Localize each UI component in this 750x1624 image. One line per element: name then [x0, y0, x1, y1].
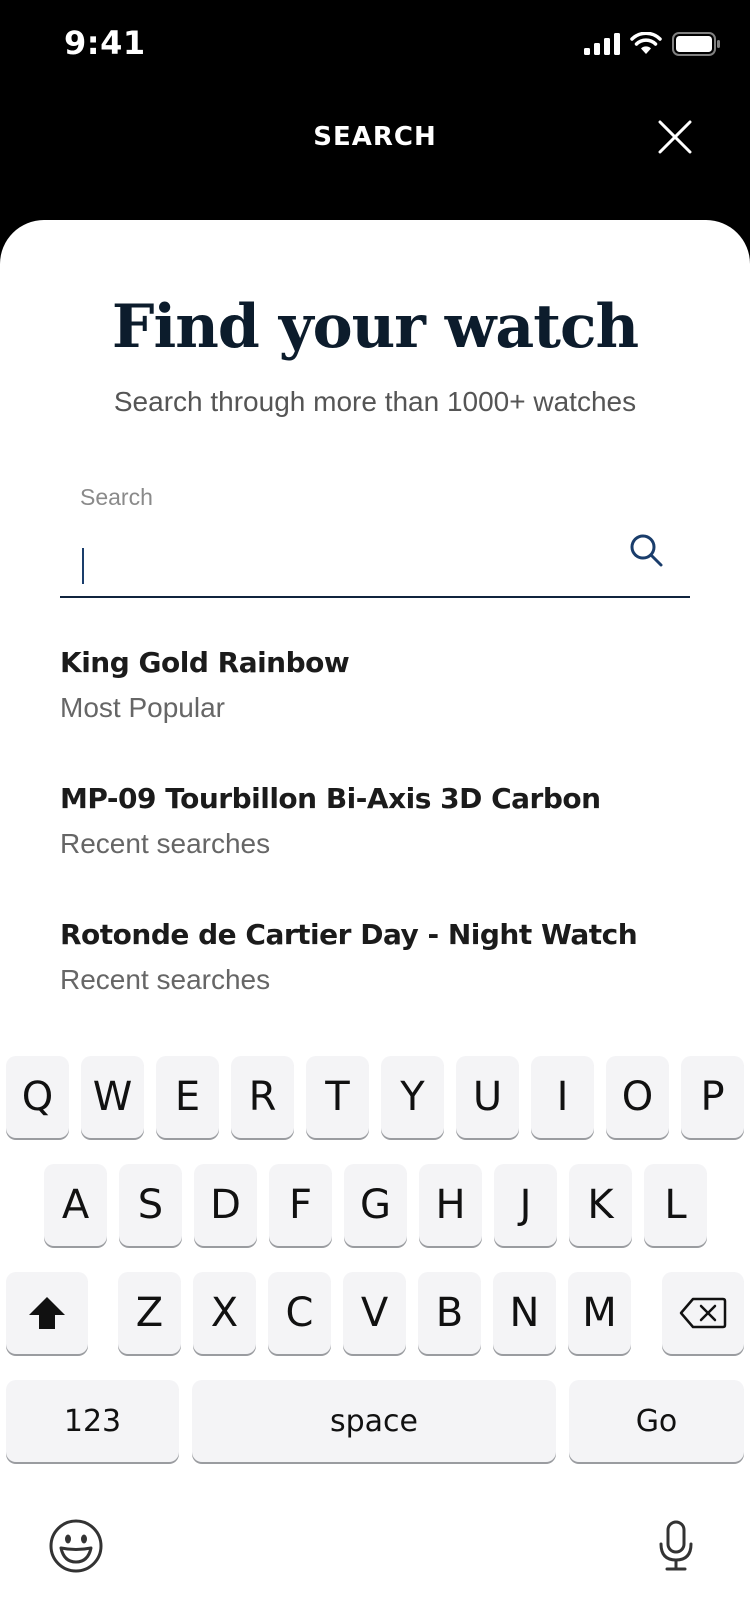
result-subtitle: Most Popular	[60, 692, 225, 723]
result-title: Rotonde de Cartier Day - Night Watch	[60, 918, 638, 951]
space-key[interactable]: space	[192, 1380, 556, 1462]
go-key[interactable]: Go	[569, 1380, 744, 1462]
emoji-button[interactable]	[48, 1518, 104, 1579]
status-time: 9:41	[64, 24, 146, 62]
close-button[interactable]	[656, 118, 694, 156]
list-item[interactable]: King Gold Rainbow Most Popular	[60, 640, 700, 776]
result-subtitle: Recent searches	[60, 964, 271, 995]
search-field[interactable]: Search	[60, 480, 690, 598]
result-subtitle: Recent searches	[60, 828, 271, 859]
search-input[interactable]	[80, 530, 600, 580]
shift-icon	[29, 1297, 65, 1329]
search-icon	[630, 534, 663, 567]
search-label: Search	[80, 484, 153, 510]
key-u[interactable]: U	[456, 1056, 519, 1138]
page-subtitle: Search through more than 1000+ watches	[113, 386, 637, 417]
key-s[interactable]: S	[119, 1164, 182, 1246]
emoji-icon	[49, 1519, 103, 1573]
result-title: King Gold Rainbow	[60, 646, 350, 679]
search-button[interactable]	[628, 532, 664, 568]
key-e[interactable]: E	[156, 1056, 219, 1138]
key-v[interactable]: V	[343, 1272, 406, 1354]
text-caret	[82, 548, 84, 584]
microphone-button[interactable]	[658, 1520, 694, 1577]
key-a[interactable]: A	[44, 1164, 107, 1246]
key-b[interactable]: B	[418, 1272, 481, 1354]
key-p[interactable]: P	[681, 1056, 744, 1138]
key-i[interactable]: I	[531, 1056, 594, 1138]
battery-icon	[672, 32, 720, 56]
key-n[interactable]: N	[493, 1272, 556, 1354]
backspace-key[interactable]	[662, 1272, 744, 1354]
shift-key[interactable]	[6, 1272, 88, 1354]
close-icon	[658, 120, 692, 154]
key-g[interactable]: G	[344, 1164, 407, 1246]
list-item[interactable]: Rotonde de Cartier Day - Night Watch Rec…	[60, 912, 700, 1048]
page-title: Find your watch	[111, 292, 639, 362]
key-j[interactable]: J	[494, 1164, 557, 1246]
key-t[interactable]: T	[306, 1056, 369, 1138]
key-f[interactable]: F	[269, 1164, 332, 1246]
key-q[interactable]: Q	[6, 1056, 69, 1138]
key-c[interactable]: C	[268, 1272, 331, 1354]
key-w[interactable]: W	[81, 1056, 144, 1138]
key-z[interactable]: Z	[118, 1272, 181, 1354]
nav-bar: SEARCH	[0, 90, 750, 220]
key-l[interactable]: L	[644, 1164, 707, 1246]
result-title: MP-09 Tourbillon Bi-Axis 3D Carbon	[60, 782, 601, 815]
key-k[interactable]: K	[569, 1164, 632, 1246]
key-r[interactable]: R	[231, 1056, 294, 1138]
status-bar: 9:41	[0, 0, 750, 90]
results-list: King Gold Rainbow Most Popular MP-09 Tou…	[60, 640, 700, 1048]
key-h[interactable]: H	[419, 1164, 482, 1246]
wifi-icon	[630, 32, 662, 54]
nav-title: SEARCH	[313, 122, 437, 152]
key-d[interactable]: D	[194, 1164, 257, 1246]
key-o[interactable]: O	[606, 1056, 669, 1138]
cellular-icon	[584, 33, 620, 55]
microphone-icon	[659, 1520, 693, 1571]
backspace-icon	[679, 1297, 727, 1329]
key-x[interactable]: X	[193, 1272, 256, 1354]
key-m[interactable]: M	[568, 1272, 631, 1354]
key-y[interactable]: Y	[381, 1056, 444, 1138]
status-icons	[584, 32, 720, 56]
keyboard: 123 space Go QWERTYUIOP ASDFGHJKL ZXCVBNM	[0, 1040, 750, 1624]
list-item[interactable]: MP-09 Tourbillon Bi-Axis 3D Carbon Recen…	[60, 776, 700, 912]
numbers-key[interactable]: 123	[6, 1380, 179, 1462]
